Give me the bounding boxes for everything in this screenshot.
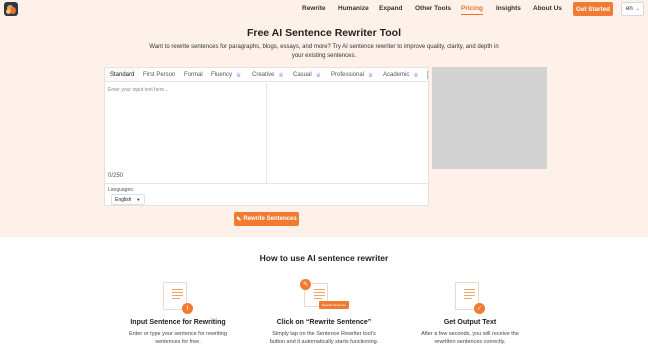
tab-label: Fluency bbox=[211, 72, 233, 78]
step-1-title: Input Sentence for Rewriting bbox=[130, 319, 226, 326]
tab-casual[interactable]: Casual ♕ bbox=[293, 68, 322, 81]
tab-academic[interactable]: Academic ♕ bbox=[383, 68, 419, 81]
cursor-badge-icon: I bbox=[182, 303, 193, 314]
logo-icon[interactable] bbox=[4, 2, 18, 16]
language-label: Languages: bbox=[108, 187, 135, 193]
tab-label: Academic bbox=[383, 72, 410, 78]
language-dropdown-value: English bbox=[115, 196, 132, 203]
step-1-desc: Enter or type your sentence for rewritin… bbox=[129, 331, 227, 345]
step-3-desc: After a few seconds, you will receive th… bbox=[421, 331, 519, 345]
document-output-icon: ✓ bbox=[455, 282, 487, 314]
nav-link-rewrite[interactable]: Rewrite bbox=[302, 5, 325, 12]
step-2-desc: Simply tap on the Sentence Rewriter tool… bbox=[269, 331, 379, 345]
check-badge-icon: ✓ bbox=[474, 303, 485, 314]
nav-link-pricing[interactable]: Pricing bbox=[461, 5, 484, 15]
input-textarea[interactable]: Enter your input text here... 0/250 bbox=[105, 83, 267, 183]
tab-label: Professional bbox=[331, 72, 365, 78]
get-started-button[interactable]: Get Started bbox=[573, 2, 613, 16]
pencil-icon: ✎ bbox=[236, 216, 242, 223]
tab-professional[interactable]: Professional ♕ bbox=[331, 68, 374, 81]
language-dropdown[interactable]: English ▼ bbox=[111, 194, 145, 205]
input-placeholder: Enter your input text here... bbox=[108, 87, 169, 93]
page-title: Free AI Sentence Rewriter Tool bbox=[246, 27, 402, 39]
tab-label: Casual bbox=[293, 72, 312, 78]
crown-icon: ♕ bbox=[368, 72, 374, 79]
nav-link-humanize[interactable]: Humanize bbox=[338, 5, 369, 12]
rewrite-sentences-button[interactable]: ✎ Rewrite Sentences bbox=[234, 212, 299, 226]
language-select-value: en bbox=[626, 6, 633, 12]
nav-link-expand[interactable]: Expand bbox=[379, 5, 402, 12]
tab-fluency[interactable]: Fluency ♕ bbox=[211, 68, 242, 81]
crown-icon: ♕ bbox=[315, 72, 322, 79]
step-3-title: Get Output Text bbox=[443, 319, 497, 326]
page-subtitle: Want to rewrite sentences for paragraphs… bbox=[149, 44, 499, 59]
rewrite-pill-icon: Rewrite Sentence bbox=[319, 301, 349, 309]
tab-label: Standard bbox=[110, 71, 135, 78]
language-row: Languages: English ▼ bbox=[105, 183, 428, 206]
nav-link-insights[interactable]: Insights bbox=[496, 5, 521, 12]
language-select[interactable]: en ⌄ bbox=[621, 2, 644, 16]
pencil-badge-icon: ✎ bbox=[300, 279, 311, 290]
how-to-title: How to use AI sentence rewriter bbox=[259, 253, 389, 263]
tab-label: Creative bbox=[252, 72, 275, 78]
tab-standard[interactable]: Standard bbox=[105, 68, 140, 81]
tab-formal[interactable]: Formal bbox=[184, 68, 203, 81]
mode-tabs: Standard First Person Formal Fluency ♕ Cr… bbox=[105, 68, 428, 82]
tab-label: First Person bbox=[143, 72, 176, 78]
nav-link-about-us[interactable]: About Us bbox=[533, 5, 562, 12]
char-counter: 0/250 bbox=[108, 173, 124, 179]
how-to-section: How to use AI sentence rewriter I Input … bbox=[0, 237, 648, 364]
tab-creative[interactable]: Creative ♕ bbox=[252, 68, 284, 81]
caret-down-icon: ▼ bbox=[136, 197, 141, 202]
crown-icon: ♕ bbox=[236, 72, 242, 79]
chevron-down-icon: ⌄ bbox=[635, 6, 640, 12]
output-area bbox=[268, 83, 428, 183]
tab-label: Formal bbox=[184, 72, 203, 78]
rewriter-tool: Standard First Person Formal Fluency ♕ Cr… bbox=[104, 67, 429, 206]
step-2-title: Click on “Rewrite Sentence” bbox=[276, 319, 372, 326]
crown-icon: ♕ bbox=[413, 72, 419, 79]
ad-placeholder bbox=[432, 67, 547, 169]
rewrite-button-label: Rewrite Sentences bbox=[243, 216, 297, 222]
document-input-icon: I bbox=[163, 282, 195, 314]
crown-icon: ♕ bbox=[278, 72, 284, 79]
tab-first-person[interactable]: First Person bbox=[143, 68, 176, 81]
tabs-scroll-indicator[interactable] bbox=[427, 71, 428, 79]
nav-link-other-tools[interactable]: Other Tools bbox=[415, 5, 451, 12]
rewrite-click-icon: ✎ Rewrite Sentence bbox=[300, 279, 350, 313]
top-nav: Rewrite Humanize Expand Other Tools Pric… bbox=[0, 0, 648, 18]
